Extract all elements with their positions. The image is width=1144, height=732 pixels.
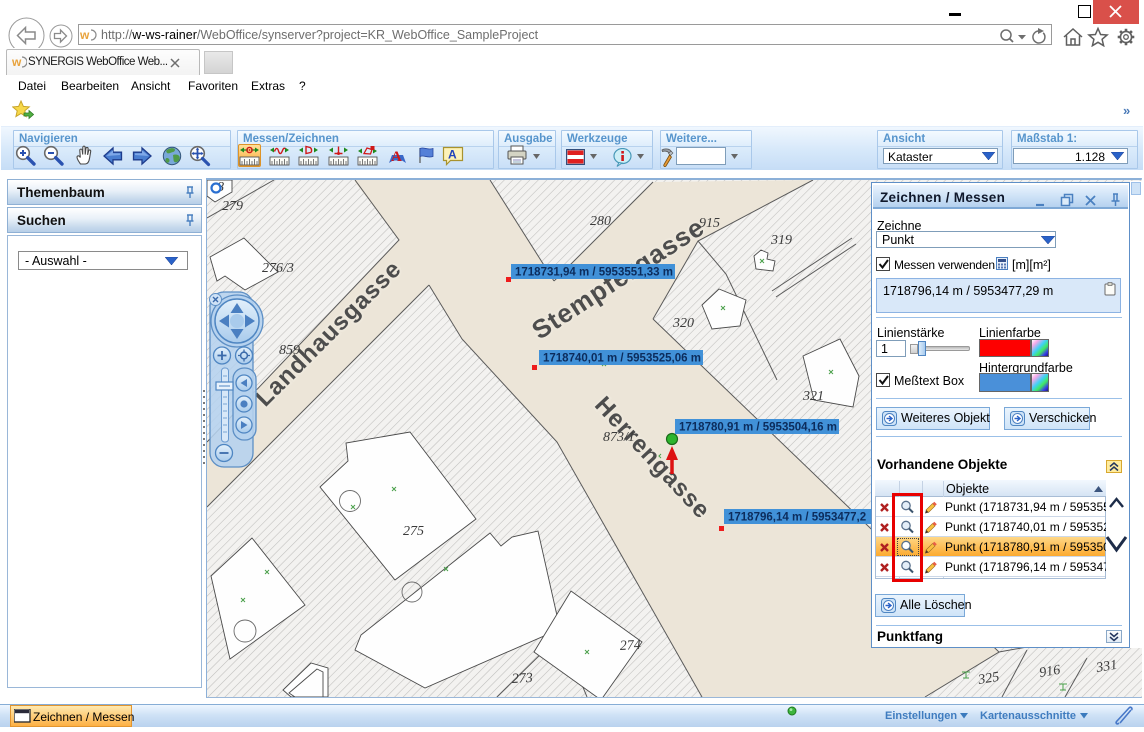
- svg-text:1718731,94 m / 5953551,33 m: 1718731,94 m / 5953551,33 m: [515, 267, 673, 279]
- svg-text:w: w: [12, 55, 22, 69]
- svg-text:279: 279: [222, 199, 243, 214]
- svg-text:320: 320: [672, 316, 694, 331]
- svg-text:859: 859: [279, 343, 300, 358]
- svg-text:1718780,91 m / 5953504,16 m: 1718780,91 m / 5953504,16 m: [679, 422, 837, 434]
- svg-text:273: 273: [511, 671, 533, 687]
- svg-text:873/1: 873/1: [603, 430, 635, 445]
- svg-text:1718740,01 m / 5953525,06 m: 1718740,01 m / 5953525,06 m: [543, 353, 701, 365]
- svg-text:w: w: [80, 28, 90, 42]
- svg-text:319: 319: [770, 233, 792, 248]
- svg-text:A: A: [391, 149, 402, 165]
- svg-text:275: 275: [403, 524, 424, 539]
- svg-text:1718796,14 m / 5953477,2: 1718796,14 m / 5953477,2: [728, 512, 866, 524]
- svg-text:A: A: [448, 148, 457, 162]
- svg-text:276/3: 276/3: [262, 261, 294, 276]
- svg-text:274: 274: [619, 638, 641, 654]
- svg-text:280: 280: [590, 214, 611, 229]
- svg-text:321: 321: [802, 389, 824, 404]
- svg-text:915: 915: [699, 216, 720, 231]
